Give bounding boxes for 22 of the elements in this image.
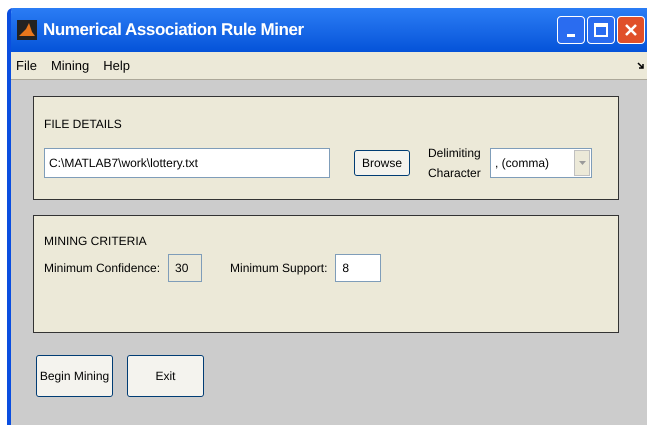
close-icon bbox=[624, 23, 638, 37]
file-path-field[interactable]: C:\MATLAB7\work\lottery.txt bbox=[44, 148, 330, 178]
menu-item[interactable]: File bbox=[16, 56, 37, 76]
number-field[interactable]: 8 bbox=[335, 254, 382, 282]
minimize-button[interactable] bbox=[557, 16, 585, 44]
delimiter-dropdown[interactable]: , (comma) bbox=[490, 148, 592, 178]
browse-button[interactable]: Browse bbox=[354, 150, 410, 176]
action-button[interactable]: Exit bbox=[127, 355, 204, 397]
dropdown-arrow-icon bbox=[578, 161, 586, 165]
menu-item[interactable]: Help bbox=[103, 56, 130, 76]
app-icon bbox=[17, 20, 37, 40]
maximize-button[interactable] bbox=[587, 16, 615, 44]
delimiter-label: Delimiting Character bbox=[428, 145, 482, 182]
field-label: Minimum Confidence: bbox=[44, 260, 160, 277]
window-title: Numerical Association Rule Miner bbox=[43, 19, 304, 42]
dock-arrow-icon bbox=[637, 62, 645, 70]
field-label: Minimum Support: bbox=[230, 260, 328, 277]
panel-title: FILE DETAILS bbox=[44, 116, 123, 133]
menu-item[interactable]: Mining bbox=[50, 56, 90, 76]
panel-title: MINING CRITERIA bbox=[44, 233, 148, 250]
action-button[interactable]: Begin Mining bbox=[36, 355, 113, 397]
close-button[interactable] bbox=[617, 16, 645, 44]
